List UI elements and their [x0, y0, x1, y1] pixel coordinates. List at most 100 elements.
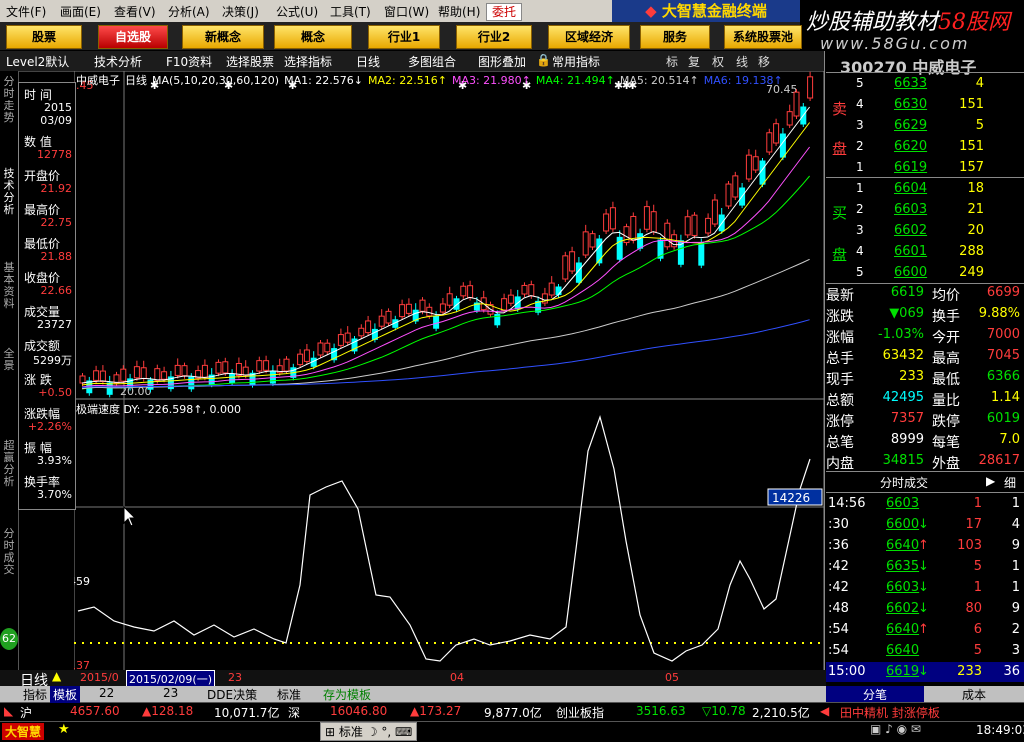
nav-3[interactable]: 概念	[274, 25, 352, 49]
candle[interactable]	[589, 233, 596, 248]
tick-price[interactable]: 6640	[886, 643, 919, 658]
candle[interactable]	[133, 366, 140, 379]
candle[interactable]	[419, 299, 426, 312]
tick-price[interactable]: 6600	[886, 517, 919, 532]
candle[interactable]	[399, 304, 406, 318]
candle[interactable]	[385, 310, 392, 324]
candle[interactable]	[596, 238, 603, 264]
menu-item[interactable]: 分析(A)	[168, 3, 210, 20]
kline-chart[interactable]: 70.4520.0070.45✱✱✱✱✱✱✱✱	[74, 71, 824, 399]
nav-1[interactable]: 自选股	[98, 25, 168, 49]
candle[interactable]	[242, 366, 249, 376]
toolbar-item[interactable]: F10资料	[166, 53, 212, 70]
candle[interactable]	[337, 334, 344, 346]
candle[interactable]	[378, 315, 385, 327]
candle[interactable]	[446, 293, 453, 306]
indicator-tab[interactable]: 模板	[50, 686, 81, 703]
candle[interactable]	[555, 286, 562, 296]
candle[interactable]	[297, 353, 304, 366]
buy-price[interactable]: 6600	[894, 265, 927, 280]
menu-item[interactable]: 工具(T)	[330, 3, 371, 20]
candle[interactable]	[759, 160, 766, 185]
candle[interactable]	[181, 365, 188, 377]
tick-price[interactable]: 6619	[886, 664, 919, 679]
tab-cost[interactable]: 成本	[924, 686, 1024, 702]
candle[interactable]	[405, 303, 412, 314]
toolbar-item[interactable]: 日线	[356, 53, 380, 70]
candle[interactable]	[603, 213, 610, 232]
candle[interactable]	[630, 215, 637, 241]
menu-item[interactable]: 帮助(H)	[438, 3, 480, 20]
tick-price[interactable]: 6603	[886, 580, 919, 595]
candle[interactable]	[732, 175, 739, 198]
period-arrow-icon[interactable]: ▲	[52, 669, 61, 683]
nav-6[interactable]: 区域经济	[548, 25, 630, 49]
indicator-tab[interactable]: DDE决策	[204, 686, 260, 703]
ticks-header[interactable]: 分时成交	[880, 474, 928, 491]
candle[interactable]	[106, 382, 113, 395]
candle[interactable]	[344, 332, 351, 343]
toolbar-item[interactable]: 权	[712, 53, 724, 70]
toolbar-item[interactable]: 选择指标	[284, 53, 332, 70]
candle[interactable]	[548, 282, 555, 296]
menu-item[interactable]: 画面(E)	[60, 3, 101, 20]
lock-icon[interactable]: 🔒	[536, 53, 551, 67]
candle[interactable]	[562, 255, 569, 280]
candle[interactable]	[650, 211, 657, 233]
candle[interactable]	[807, 76, 814, 99]
nav-8[interactable]: 系统股票池	[724, 25, 802, 49]
tick-price[interactable]: 6603	[886, 496, 919, 511]
news-ticker[interactable]: 田中精机 封涨停板	[840, 704, 940, 721]
ticks-play-icon[interactable]: ▶	[986, 474, 995, 488]
left-tab-5[interactable]: 分时成交	[2, 528, 16, 576]
trust-button[interactable]: 委托	[486, 3, 522, 21]
candle[interactable]	[174, 364, 181, 376]
candle[interactable]	[154, 368, 161, 382]
toolbar-item[interactable]: 常用指标	[552, 53, 600, 70]
menu-item[interactable]: 查看(V)	[114, 3, 156, 20]
candle[interactable]	[569, 251, 576, 272]
sell-price[interactable]: 6633	[894, 76, 927, 91]
candle[interactable]	[582, 231, 589, 256]
left-tab-0[interactable]: 分时走势	[2, 76, 16, 124]
toolbar-item[interactable]: 标	[666, 53, 678, 70]
sell-price[interactable]: 6630	[894, 97, 927, 112]
candle[interactable]	[283, 358, 290, 372]
candle[interactable]	[501, 298, 508, 311]
left-tab-1[interactable]: 技术分析	[2, 168, 16, 216]
indicator-chart[interactable]: 6459-213714226	[74, 399, 824, 685]
candle[interactable]	[752, 156, 759, 171]
candle[interactable]	[433, 315, 440, 329]
candle[interactable]	[643, 206, 650, 230]
buy-price[interactable]: 6602	[894, 223, 927, 238]
candle[interactable]	[358, 327, 365, 337]
star-icon[interactable]: ★	[58, 722, 70, 737]
candle[interactable]	[365, 320, 372, 334]
candle[interactable]	[684, 216, 691, 236]
candle[interactable]	[303, 349, 310, 362]
tick-price[interactable]: 6602	[886, 601, 919, 616]
candle[interactable]	[263, 360, 270, 371]
candle[interactable]	[467, 285, 474, 299]
buy-price[interactable]: 6601	[894, 244, 927, 259]
sell-price[interactable]: 6619	[894, 160, 927, 175]
toolbar-item[interactable]: 图形叠加	[478, 53, 526, 70]
indicator-tab[interactable]: 存为模板	[320, 686, 374, 703]
sell-price[interactable]: 6620	[894, 139, 927, 154]
nav-4[interactable]: 行业1	[368, 25, 440, 49]
menu-item[interactable]: 公式(U)	[276, 3, 318, 20]
nav-7[interactable]: 服务	[640, 25, 710, 49]
left-tab-2[interactable]: 基本资料	[2, 262, 16, 310]
tick-price[interactable]: 6635	[886, 559, 919, 574]
candle[interactable]	[773, 123, 780, 144]
toolbar-item[interactable]: 复	[688, 53, 700, 70]
candle[interactable]	[222, 361, 229, 374]
candle[interactable]	[426, 306, 433, 317]
candle[interactable]	[711, 199, 718, 225]
tab-fenbi[interactable]: 分笔	[826, 686, 924, 702]
candle[interactable]	[439, 303, 446, 313]
candle[interactable]	[161, 371, 168, 380]
toolbar-item[interactable]: 移	[758, 53, 770, 70]
candle[interactable]	[256, 360, 263, 372]
candle[interactable]	[766, 132, 773, 153]
